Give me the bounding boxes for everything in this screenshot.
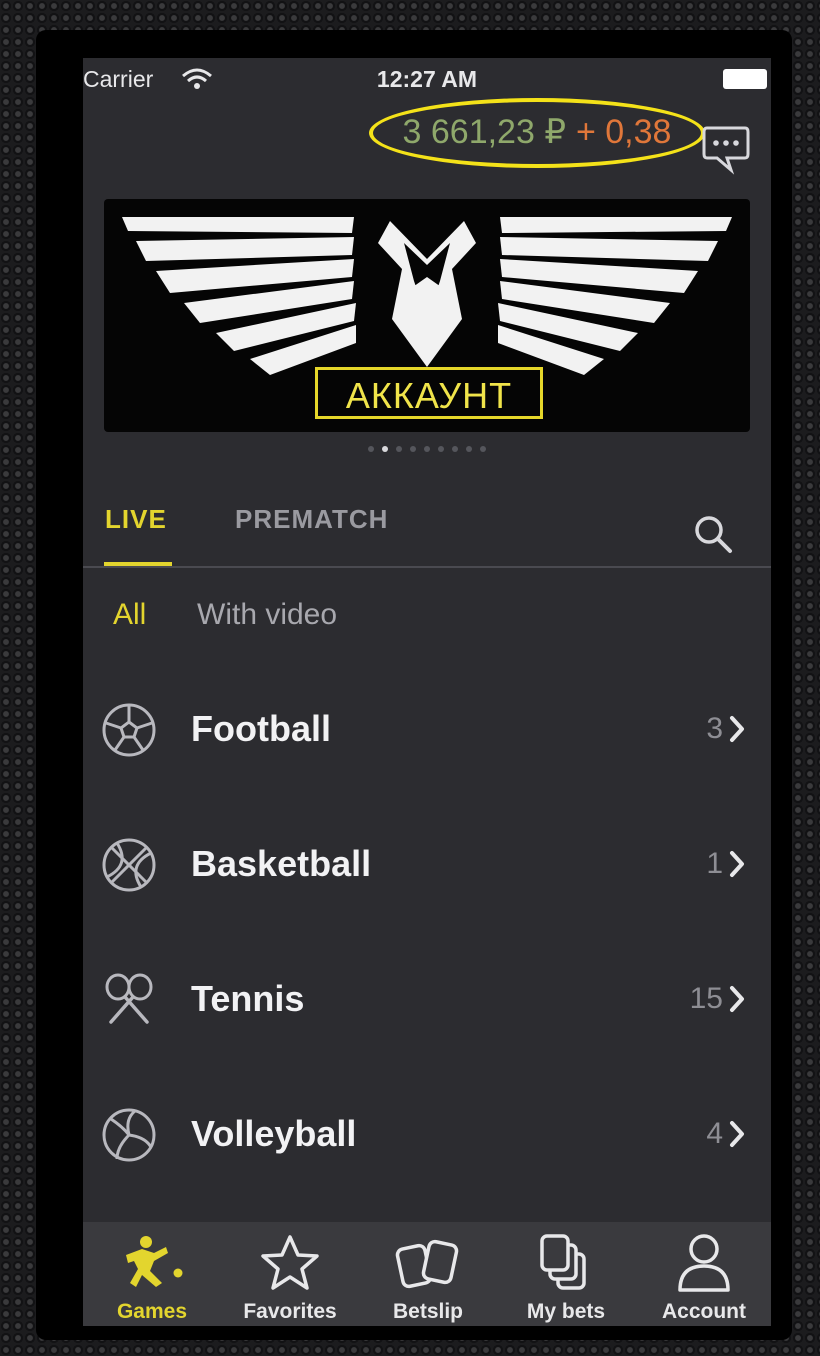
tab-bar-top: LIVE PREMATCH (83, 488, 771, 568)
betslip-icon (395, 1239, 459, 1289)
sport-row-football[interactable]: Football 3 (83, 690, 771, 770)
tabbar-label: Betslip (392, 1300, 463, 1323)
chevron-right-icon (730, 986, 744, 1012)
games-icon (126, 1236, 183, 1287)
tab-prematch[interactable]: PREMATCH (235, 504, 388, 535)
football-icon (102, 703, 156, 757)
sport-name: Tennis (191, 978, 305, 1019)
sport-row-volleyball[interactable]: Volleyball 4 (83, 1095, 771, 1175)
tab-active-indicator (104, 562, 172, 566)
tabbar-favorites[interactable]: Favorites (221, 1222, 359, 1326)
sport-count-value: 3 (706, 712, 723, 745)
tabbar-label: Games (116, 1300, 188, 1323)
status-bar: Carrier 12:27 AM (83, 58, 771, 102)
bottom-tab-bar: Games Favorites Betslip My bets Account (83, 1222, 771, 1326)
carousel-dot[interactable] (410, 446, 416, 452)
promo-banner[interactable]: АККАУНТ (104, 199, 750, 432)
sport-count: 4 (706, 1117, 745, 1151)
basketball-icon (102, 838, 156, 892)
tabbar-label: My bets (526, 1300, 606, 1323)
status-time: 12:27 AM (376, 66, 478, 92)
carousel-dot[interactable] (452, 446, 458, 452)
carousel-dot[interactable] (382, 446, 388, 452)
app-screen: Carrier 12:27 AM 3 661,23 ₽ + 0,38 АККАУ… (83, 58, 771, 1326)
carousel-dot[interactable] (396, 446, 402, 452)
volleyball-icon (102, 1108, 156, 1162)
chevron-right-icon (730, 716, 744, 742)
chevron-right-icon (730, 1121, 744, 1147)
tabbar-label: Favorites (243, 1300, 337, 1323)
sport-count: 15 (690, 982, 745, 1016)
tabbar-label: Account (662, 1300, 746, 1323)
sport-name: Football (191, 708, 331, 749)
search-icon[interactable] (691, 512, 735, 556)
sport-count: 1 (706, 847, 745, 881)
sport-count-value: 4 (706, 1117, 723, 1150)
tab-live[interactable]: LIVE (105, 504, 167, 535)
filter-bar: All With video (83, 594, 771, 638)
banner-title: АККАУНТ (315, 367, 543, 419)
star-icon (261, 1235, 319, 1290)
carousel-dot[interactable] (438, 446, 444, 452)
battery-icon (723, 69, 767, 89)
tabbar-account[interactable]: Account (635, 1222, 771, 1326)
sport-count-value: 1 (706, 847, 723, 880)
carousel-dot[interactable] (424, 446, 430, 452)
carousel-dot[interactable] (480, 446, 486, 452)
tabbar-betslip[interactable]: Betslip (359, 1222, 497, 1326)
sport-count: 3 (706, 712, 745, 746)
filter-with-video[interactable]: With video (197, 598, 337, 632)
carousel-dots[interactable] (83, 446, 771, 452)
balance-delta: + 0,38 (575, 113, 672, 151)
balance-display[interactable]: 3 661,23 ₽ + 0,38 (369, 98, 705, 168)
tabbar-games[interactable]: Games (83, 1222, 221, 1326)
filter-all[interactable]: All (113, 598, 146, 632)
sport-name: Volleyball (191, 1113, 357, 1154)
carousel-dot[interactable] (368, 446, 374, 452)
tennis-icon (105, 973, 153, 1024)
carousel-dot[interactable] (466, 446, 472, 452)
chat-icon[interactable] (701, 124, 751, 176)
sport-row-basketball[interactable]: Basketball 1 (83, 825, 771, 905)
sport-name: Basketball (191, 843, 372, 884)
balance-amount: 3 661,23 ₽ (402, 113, 566, 151)
sport-row-tennis[interactable]: Tennis 15 (83, 960, 771, 1040)
chevron-right-icon (730, 851, 744, 877)
account-icon (678, 1234, 730, 1292)
sport-count-value: 15 (689, 982, 723, 1015)
my-bets-icon (540, 1234, 586, 1290)
tabbar-my-bets[interactable]: My bets (497, 1222, 635, 1326)
